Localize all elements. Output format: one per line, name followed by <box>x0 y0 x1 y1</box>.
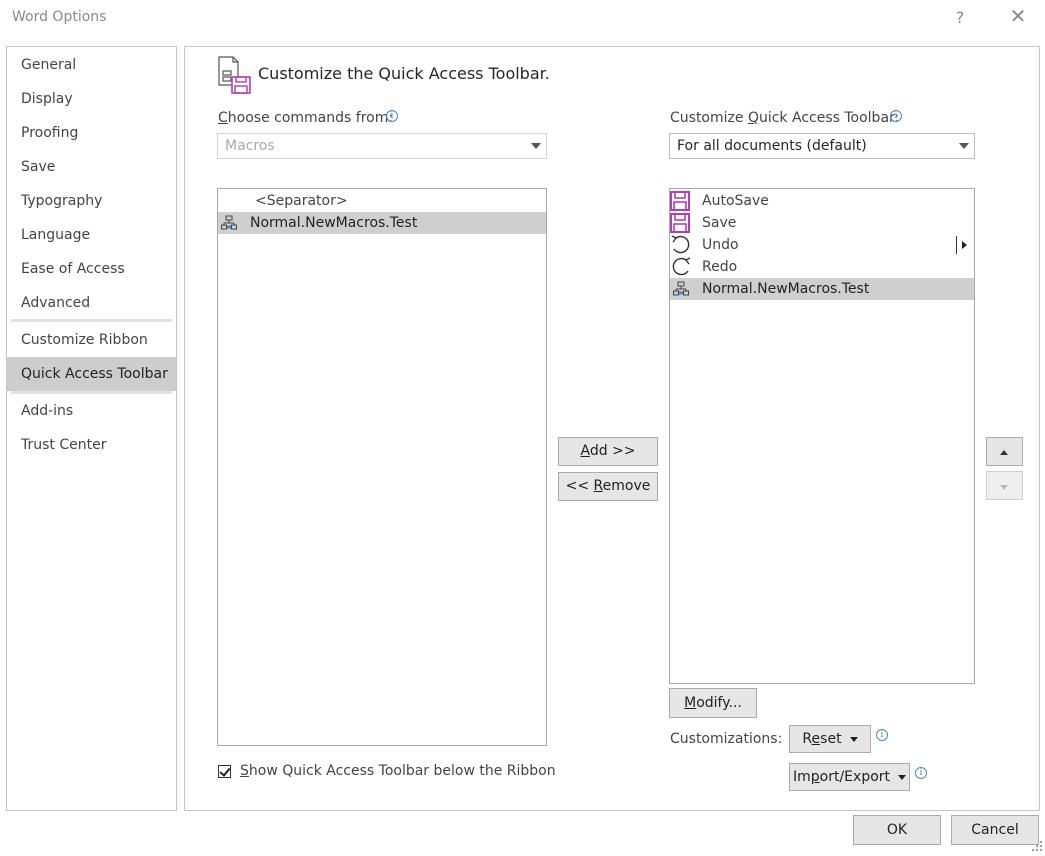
sidebar-item-ease-of-access[interactable]: Ease of Access <box>7 252 176 286</box>
import-label-pre: Im <box>792 769 811 785</box>
commands-list[interactable]: <Separator> Normal.NewMacros.Test <box>217 188 547 746</box>
remove-label: emove <box>602 478 651 494</box>
sidebar-divider <box>11 319 172 322</box>
move-up-button[interactable] <box>986 437 1023 466</box>
customize-qat-label-post: uick Access Toolbar: <box>758 110 900 126</box>
sidebar-item-advanced[interactable]: Advanced <box>7 286 176 320</box>
sidebar-item-add-ins[interactable]: Add-ins <box>7 394 176 428</box>
customize-qat-dropdown[interactable]: For all documents (default) <box>669 133 975 159</box>
sidebar-item-general[interactable]: General <box>7 48 176 82</box>
list-item-label: Normal.NewMacros.Test <box>702 281 870 297</box>
choose-commands-label: Choose commands from: <box>218 110 393 126</box>
choose-commands-accel: C <box>218 110 228 126</box>
sidebar-item-quick-access-toolbar[interactable]: Quick Access Toolbar <box>7 357 176 391</box>
resize-grip-icon[interactable] <box>1031 840 1043 852</box>
reset-label: set <box>820 731 842 747</box>
list-item-label: Normal.NewMacros.Test <box>250 215 418 231</box>
macro-icon <box>673 281 689 304</box>
move-down-button <box>986 471 1023 500</box>
sidebar-item-language[interactable]: Language <box>7 218 176 252</box>
modify-label: odify... <box>696 695 742 711</box>
sidebar-item-trust-center[interactable]: Trust Center <box>7 428 176 462</box>
reset-label-pre: R <box>802 731 812 747</box>
info-icon[interactable]: i <box>386 110 398 122</box>
sidebar-nav: General Display Proofing Save Typography… <box>6 46 177 811</box>
list-item-label: Undo <box>702 237 739 253</box>
sidebar-item-save[interactable]: Save <box>7 150 176 184</box>
info-icon[interactable]: i <box>876 729 888 741</box>
help-icon[interactable]: ? <box>950 8 970 27</box>
cancel-button[interactable]: Cancel <box>951 815 1039 845</box>
sidebar-item-customize-ribbon[interactable]: Customize Ribbon <box>7 323 176 357</box>
add-button[interactable]: Add >> <box>558 437 658 466</box>
ok-button[interactable]: OK <box>853 815 941 845</box>
remove-accel: R <box>593 478 603 494</box>
import-accel: p <box>810 769 820 785</box>
arrow-up-icon <box>1000 450 1008 455</box>
reset-button[interactable]: Reset <box>789 725 871 753</box>
chevron-down-icon <box>959 143 969 149</box>
toolbar-customize-icon <box>216 55 252 95</box>
split-divider <box>956 236 957 254</box>
list-item[interactable]: AutoSave <box>670 190 974 212</box>
remove-label-pre: << <box>565 478 594 494</box>
list-item-label: Redo <box>702 259 738 275</box>
list-item[interactable]: Normal.NewMacros.Test <box>218 212 546 234</box>
choose-commands-label-text: hoose commands from: <box>227 110 394 126</box>
window-title: Word Options <box>12 9 107 25</box>
show-below-ribbon-label[interactable]: Show Quick Access Toolbar below the Ribb… <box>240 763 556 779</box>
close-icon[interactable]: ✕ <box>1008 4 1028 28</box>
sidebar-item-typography[interactable]: Typography <box>7 184 176 218</box>
sidebar-item-display[interactable]: Display <box>7 82 176 116</box>
section-title: Customize the Quick Access Toolbar. <box>258 64 550 83</box>
submenu-arrow-icon[interactable] <box>962 241 967 249</box>
choose-commands-value: Macros <box>225 138 275 154</box>
info-icon[interactable]: i <box>915 767 927 779</box>
list-item-label: <Separator> <box>255 193 348 209</box>
modify-button[interactable]: Modify... <box>669 688 757 718</box>
customize-qat-label: Customize Quick Access Toolbar: <box>670 110 899 126</box>
reset-accel: e <box>811 731 821 747</box>
customize-qat-accel: Q <box>747 110 759 126</box>
sidebar-item-proofing[interactable]: Proofing <box>7 116 176 150</box>
show-below-ribbon-checkbox[interactable] <box>218 765 231 778</box>
list-item[interactable]: Normal.NewMacros.Test <box>670 278 974 300</box>
modify-accel: M <box>684 695 697 711</box>
arrow-down-icon <box>1000 485 1008 490</box>
choose-commands-dropdown: Macros <box>217 133 547 159</box>
add-label: dd >> <box>589 443 636 459</box>
add-accel: A <box>580 443 590 459</box>
customize-qat-value: For all documents (default) <box>677 138 867 154</box>
remove-button[interactable]: << Remove <box>558 472 658 501</box>
info-icon[interactable]: i <box>890 110 902 122</box>
list-item[interactable]: Redo <box>670 256 974 278</box>
list-item[interactable]: <Separator> <box>218 190 546 212</box>
import-export-button[interactable]: Import/Export <box>789 763 910 791</box>
customize-qat-label-pre: Customize <box>670 110 748 126</box>
list-item[interactable]: Undo <box>670 234 974 256</box>
chevron-down-icon <box>898 774 907 780</box>
chevron-down-icon <box>849 736 858 742</box>
customizations-label: Customizations: <box>670 731 783 747</box>
macro-icon <box>221 215 237 238</box>
list-item-label: Save <box>702 215 737 231</box>
show-below-label-text: how Quick Access Toolbar below the Ribbo… <box>248 763 556 779</box>
import-label: ort/Export <box>819 769 891 785</box>
show-below-accel: S <box>240 763 249 779</box>
chevron-down-icon <box>531 143 541 149</box>
list-item-label: AutoSave <box>702 193 769 209</box>
toolbar-list[interactable]: AutoSave Save Undo Redo Normal.NewMacros… <box>669 188 975 684</box>
list-item[interactable]: Save <box>670 212 974 234</box>
